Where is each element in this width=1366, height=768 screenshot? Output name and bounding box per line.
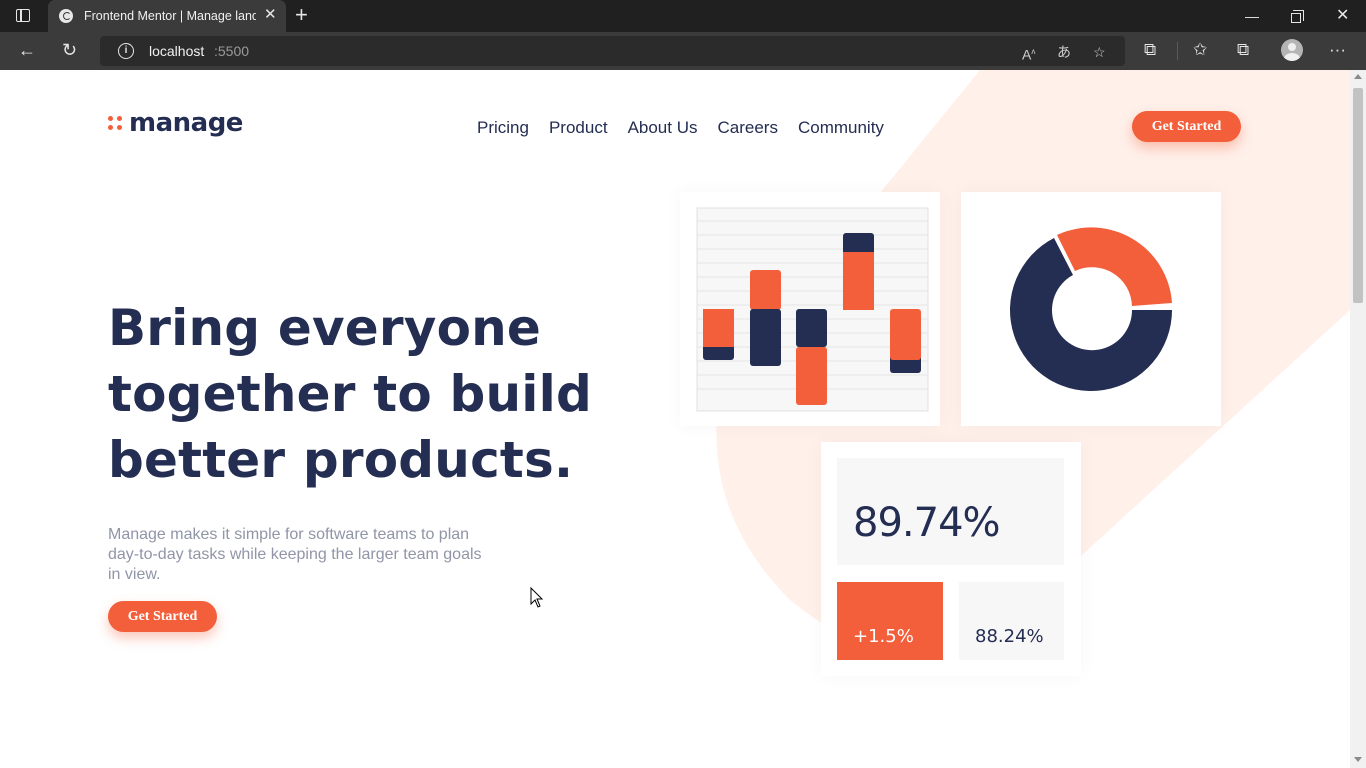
donut-segment-orange xyxy=(1057,227,1172,306)
new-tab-icon[interactable]: + xyxy=(295,4,308,26)
stat-secondary-value: 88.24% xyxy=(975,626,1044,647)
reload-icon[interactable]: ↻ xyxy=(62,39,77,61)
bar-chart-card xyxy=(680,192,940,426)
restore-icon[interactable] xyxy=(1291,8,1304,24)
logo[interactable]: manage xyxy=(108,108,243,138)
browser-toolbar: ← ↻ i localhost :5500 Aʌ あ ☆ ⧉ ✩ ⧉ ··· xyxy=(0,32,1366,70)
hero-title: Bring everyone together to build better … xyxy=(108,295,628,493)
chart-bar xyxy=(703,309,734,347)
favorites-icon[interactable]: ✩ xyxy=(1193,40,1207,60)
page-scrollbar[interactable] xyxy=(1350,70,1366,768)
scroll-down-icon[interactable] xyxy=(1354,757,1362,762)
tab-close-icon[interactable]: ✕ xyxy=(264,7,277,23)
chart-bar xyxy=(796,347,827,405)
main-nav: Pricing Product About Us Careers Communi… xyxy=(477,118,884,138)
collections-icon[interactable]: ⧉ xyxy=(1237,40,1249,60)
nav-community[interactable]: Community xyxy=(798,118,884,138)
hero-title-line: Bring everyone xyxy=(108,299,542,357)
url-host: localhost xyxy=(149,43,205,59)
logo-dots-icon xyxy=(108,115,123,131)
hero-description: Manage makes it simple for software team… xyxy=(108,526,482,583)
stat-secondary-tile: 88.24% xyxy=(959,582,1064,660)
toolbar-separator xyxy=(1177,42,1178,60)
stat-main-value: 89.74% xyxy=(853,500,1001,546)
chart-bar xyxy=(843,252,874,310)
scroll-up-icon[interactable] xyxy=(1354,74,1362,79)
minimize-icon[interactable]: — xyxy=(1245,8,1259,24)
extensions-icon[interactable]: ⧉ xyxy=(1144,40,1156,60)
add-favorite-icon[interactable]: ☆ xyxy=(1093,44,1106,60)
logo-text: manage xyxy=(129,108,243,138)
page-viewport: manage Pricing Product About Us Careers … xyxy=(0,70,1350,768)
window-close-icon[interactable]: ✕ xyxy=(1336,8,1349,24)
nav-product[interactable]: Product xyxy=(549,118,608,138)
read-aloud-icon[interactable]: Aʌ xyxy=(1022,44,1035,63)
site-info-icon[interactable]: i xyxy=(118,43,134,59)
nav-pricing[interactable]: Pricing xyxy=(477,118,529,138)
donut-chart-illustration xyxy=(1010,227,1172,392)
stat-change-value: +1.5% xyxy=(853,626,914,647)
back-icon[interactable]: ← xyxy=(18,39,36,61)
address-bar[interactable]: i localhost :5500 Aʌ あ ☆ xyxy=(100,36,1125,66)
scrollbar-thumb[interactable] xyxy=(1353,88,1363,303)
url-port: :5500 xyxy=(214,43,250,59)
hero-title-line: better products. xyxy=(108,431,574,489)
chart-bar xyxy=(890,309,921,360)
chart-bar xyxy=(750,309,781,366)
stat-change-tile: +1.5% xyxy=(837,582,943,660)
profile-avatar[interactable] xyxy=(1281,39,1303,61)
nav-careers[interactable]: Careers xyxy=(718,118,778,138)
browser-titlebar: Frontend Mentor | Manage landi ✕ + — ✕ xyxy=(0,0,1366,32)
tab-actions-icon[interactable] xyxy=(12,7,36,25)
hero-get-started-button[interactable]: Get Started xyxy=(108,601,217,632)
browser-tab[interactable]: Frontend Mentor | Manage landi ✕ xyxy=(48,0,286,32)
header-get-started-button[interactable]: Get Started xyxy=(1132,111,1241,142)
tab-favicon-icon xyxy=(59,9,73,23)
stat-main-tile: 89.74% xyxy=(837,458,1064,565)
chart-bar xyxy=(750,270,781,310)
nav-about-us[interactable]: About Us xyxy=(628,118,698,138)
translate-icon[interactable]: あ xyxy=(1057,44,1071,60)
donut-chart-card xyxy=(961,192,1221,426)
more-menu-icon[interactable]: ··· xyxy=(1329,40,1346,60)
stats-card: 89.74% +1.5% 88.24% xyxy=(821,442,1081,676)
mouse-cursor-icon xyxy=(530,587,544,608)
chart-bar xyxy=(796,309,827,347)
tab-title: Frontend Mentor | Manage landi xyxy=(84,9,256,23)
bar-chart-illustration xyxy=(696,207,929,412)
hero-title-line: together to build xyxy=(108,365,592,423)
